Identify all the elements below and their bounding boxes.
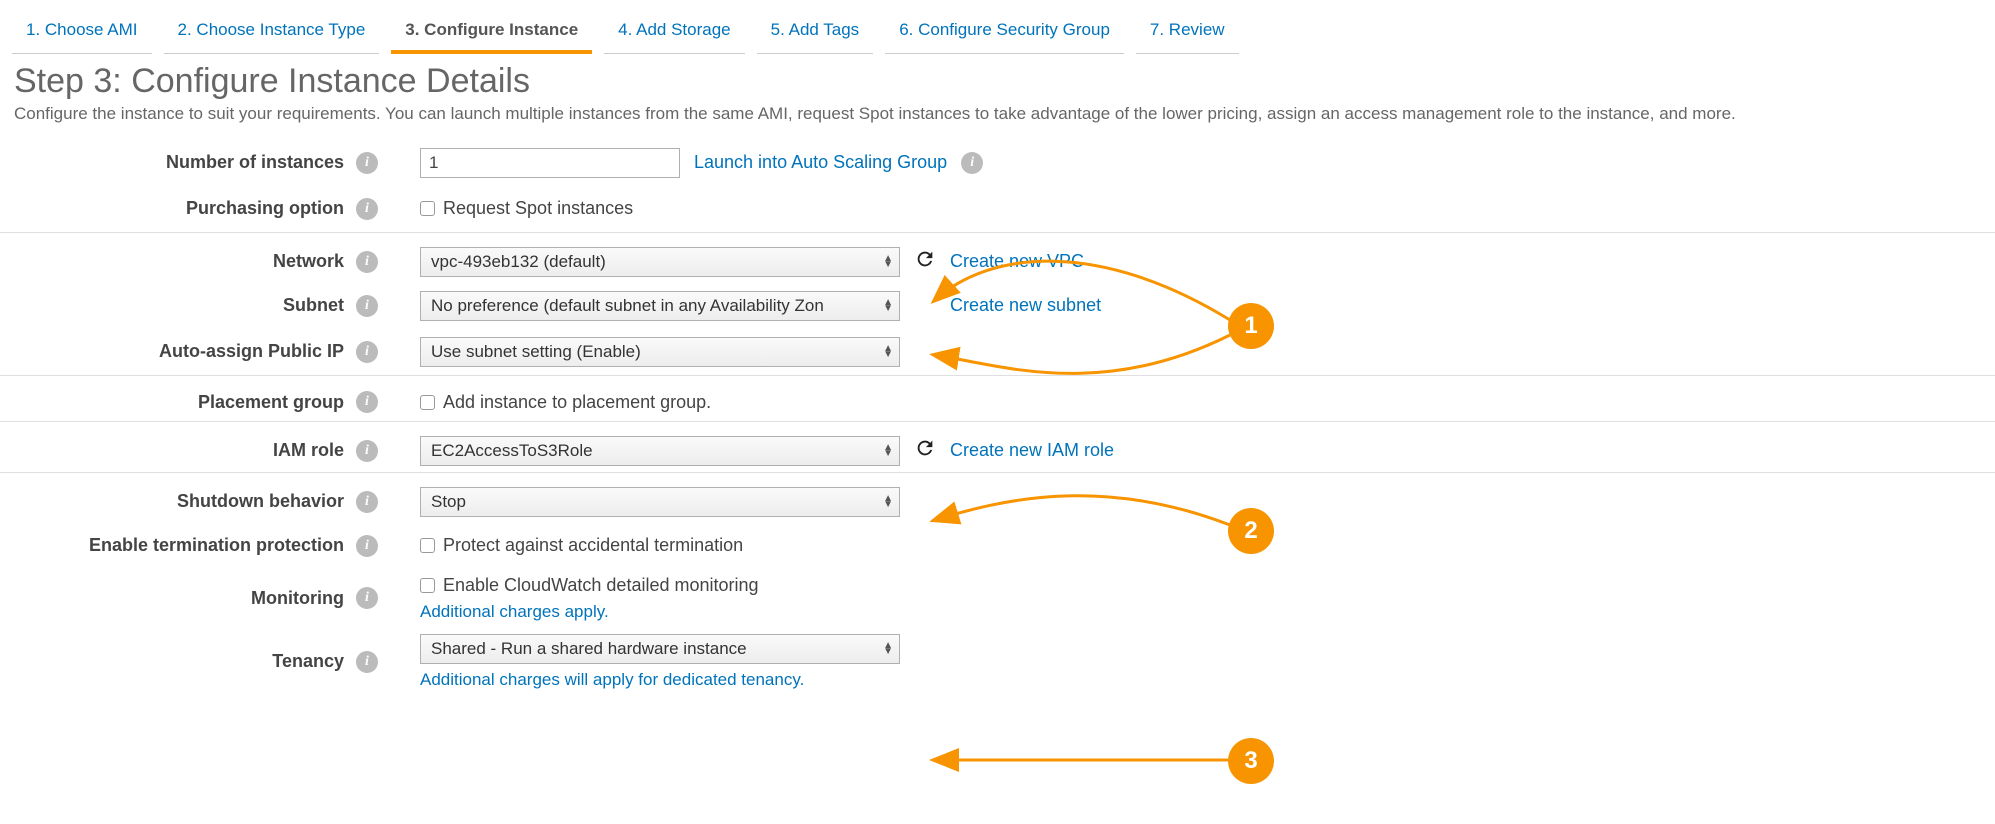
auto-assign-ip-select[interactable]: Use subnet setting (Enable) ▲▼: [420, 337, 900, 367]
placement-group-label: Add instance to placement group.: [443, 392, 711, 413]
row-shutdown-behavior: Shutdown behavior i Stop ▲▼: [0, 472, 1995, 523]
info-icon[interactable]: i: [356, 295, 378, 317]
refresh-icon[interactable]: [914, 248, 936, 275]
label-monitoring: Monitoring: [251, 588, 344, 609]
step-configure-instance[interactable]: 3. Configure Instance: [391, 12, 592, 54]
row-termination-protection: Enable termination protection i Protect …: [0, 523, 1995, 569]
wizard-steps: 1. Choose AMI 2. Choose Instance Type 3.…: [0, 0, 1995, 54]
info-icon[interactable]: i: [356, 651, 378, 673]
page-title: Step 3: Configure Instance Details: [0, 54, 1995, 103]
info-icon[interactable]: i: [356, 440, 378, 462]
label-tenancy: Tenancy: [272, 651, 344, 672]
row-tenancy: Tenancy i Shared - Run a shared hardware…: [0, 628, 1995, 696]
annotation-callout-1: 1: [1230, 305, 1272, 347]
label-iam-role: IAM role: [273, 440, 344, 461]
subnet-select[interactable]: No preference (default subnet in any Ava…: [420, 291, 900, 321]
monitoring-checkbox[interactable]: [420, 578, 435, 593]
network-select-value: vpc-493eb132 (default): [431, 252, 606, 272]
auto-assign-ip-value: Use subnet setting (Enable): [431, 342, 641, 362]
annotation-callout-2: 2: [1230, 510, 1272, 552]
select-arrows-icon: ▲▼: [883, 300, 893, 312]
step-configure-security-group[interactable]: 6. Configure Security Group: [885, 12, 1124, 54]
termination-protection-checkbox[interactable]: [420, 538, 435, 553]
shutdown-behavior-select[interactable]: Stop ▲▼: [420, 487, 900, 517]
create-iam-role-link[interactable]: Create new IAM role: [950, 440, 1114, 461]
step-choose-instance-type[interactable]: 2. Choose Instance Type: [164, 12, 380, 54]
tenancy-note[interactable]: Additional charges will apply for dedica…: [420, 668, 900, 690]
monitoring-label: Enable CloudWatch detailed monitoring: [443, 575, 759, 596]
label-shutdown-behavior: Shutdown behavior: [177, 491, 344, 512]
annotation-callout-3: 3: [1230, 740, 1272, 782]
select-arrows-icon: ▲▼: [883, 496, 893, 508]
request-spot-checkbox[interactable]: [420, 201, 435, 216]
label-placement-group: Placement group: [198, 392, 344, 413]
iam-role-select[interactable]: EC2AccessToS3Role ▲▼: [420, 436, 900, 466]
tenancy-select[interactable]: Shared - Run a shared hardware instance …: [420, 634, 900, 664]
info-icon[interactable]: i: [356, 341, 378, 363]
info-icon[interactable]: i: [356, 152, 378, 174]
info-icon[interactable]: i: [961, 152, 983, 174]
subnet-select-value: No preference (default subnet in any Ava…: [431, 296, 824, 316]
shutdown-behavior-value: Stop: [431, 492, 466, 512]
row-monitoring: Monitoring i Enable CloudWatch detailed …: [0, 569, 1995, 628]
step-review[interactable]: 7. Review: [1136, 12, 1239, 54]
number-of-instances-input[interactable]: [420, 148, 680, 178]
create-vpc-link[interactable]: Create new VPC: [950, 251, 1084, 272]
refresh-icon[interactable]: [914, 437, 936, 464]
row-placement-group: Placement group i Add instance to placem…: [0, 375, 1995, 421]
row-auto-assign-ip: Auto-assign Public IP i Use subnet setti…: [0, 329, 1995, 375]
step-choose-ami[interactable]: 1. Choose AMI: [12, 12, 152, 54]
request-spot-label: Request Spot instances: [443, 198, 633, 219]
info-icon[interactable]: i: [356, 251, 378, 273]
step-add-tags[interactable]: 5. Add Tags: [757, 12, 874, 54]
row-iam-role: IAM role i EC2AccessToS3Role ▲▼ Create n…: [0, 421, 1995, 472]
info-icon[interactable]: i: [356, 391, 378, 413]
label-number-of-instances: Number of instances: [166, 152, 344, 173]
label-termination-protection: Enable termination protection: [89, 535, 344, 556]
label-auto-assign-ip: Auto-assign Public IP: [159, 341, 344, 362]
iam-role-value: EC2AccessToS3Role: [431, 441, 593, 461]
select-arrows-icon: ▲▼: [883, 346, 893, 358]
monitoring-note[interactable]: Additional charges apply.: [420, 600, 759, 622]
row-subnet: Subnet i No preference (default subnet i…: [0, 283, 1995, 329]
row-number-of-instances: Number of instances i Launch into Auto S…: [0, 140, 1995, 186]
step-add-storage[interactable]: 4. Add Storage: [604, 12, 744, 54]
info-icon[interactable]: i: [356, 587, 378, 609]
info-icon[interactable]: i: [356, 491, 378, 513]
label-subnet: Subnet: [283, 295, 344, 316]
label-purchasing-option: Purchasing option: [186, 198, 344, 219]
select-arrows-icon: ▲▼: [883, 643, 893, 655]
select-arrows-icon: ▲▼: [883, 445, 893, 457]
info-icon[interactable]: i: [356, 535, 378, 557]
info-icon[interactable]: i: [356, 198, 378, 220]
select-arrows-icon: ▲▼: [883, 256, 893, 268]
placement-group-checkbox[interactable]: [420, 395, 435, 410]
page-description: Configure the instance to suit your requ…: [0, 103, 1995, 140]
network-select[interactable]: vpc-493eb132 (default) ▲▼: [420, 247, 900, 277]
termination-protection-label: Protect against accidental termination: [443, 535, 743, 556]
tenancy-value: Shared - Run a shared hardware instance: [431, 639, 747, 659]
launch-auto-scaling-link[interactable]: Launch into Auto Scaling Group: [694, 152, 947, 173]
create-subnet-link[interactable]: Create new subnet: [950, 295, 1101, 316]
label-network: Network: [273, 251, 344, 272]
row-purchasing-option: Purchasing option i Request Spot instanc…: [0, 186, 1995, 232]
row-network: Network i vpc-493eb132 (default) ▲▼ Crea…: [0, 232, 1995, 283]
